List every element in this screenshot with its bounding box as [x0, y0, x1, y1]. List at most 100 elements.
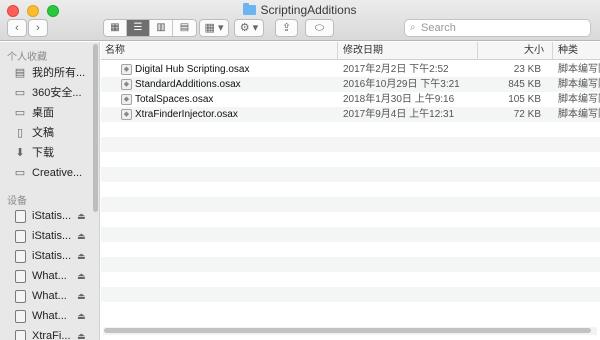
horizontal-scrollbar[interactable] [103, 327, 597, 335]
sidebar-scrollbar[interactable] [92, 42, 99, 340]
file-name: Digital Hub Scripting.osax [135, 64, 250, 75]
eject-icon[interactable]: ⏏ [77, 246, 86, 266]
sidebar-item-downloads[interactable]: ⬇ 下载 [0, 143, 92, 163]
column-header-name[interactable]: 名称 [101, 42, 337, 60]
column-view-button[interactable]: ▥ [150, 20, 173, 36]
disk-icon [14, 210, 26, 223]
column-header-kind[interactable]: 种类 [552, 42, 600, 60]
empty-row [101, 152, 600, 167]
sidebar: 个人收藏 ▤ 我的所有... ▭ 360安全... ▭ 桌面 ▯ 文稿 ⬇ 下载… [0, 42, 100, 340]
sidebar-item-all-files[interactable]: ▤ 我的所有... [0, 63, 92, 83]
file-date: 2017年9月4日 上午12:31 [343, 109, 455, 120]
action-gear-button[interactable]: ⚙ ▾ [234, 19, 264, 37]
eject-icon[interactable]: ⏏ [77, 306, 86, 326]
back-button[interactable]: ‹ [7, 19, 27, 37]
folder-icon: ▭ [14, 167, 26, 179]
sidebar-item-label: What... [32, 310, 67, 322]
view-mode-control: ▦ ☰ ▥ ▤ [103, 19, 197, 37]
icon-view-button[interactable]: ▦ [104, 20, 127, 36]
file-date: 2017年2月2日 下午2:52 [343, 64, 449, 75]
sidebar-item-label: What... [32, 290, 67, 302]
sidebar-item-device[interactable]: XtraFi... ⏏ [0, 326, 92, 340]
empty-row [101, 182, 600, 197]
all-files-icon: ▤ [14, 67, 26, 79]
sidebar-item-360[interactable]: ▭ 360安全... [0, 83, 92, 103]
file-list: 名称 修改日期 大小 种类 ◆ Digital Hub Scripting.os… [101, 42, 600, 340]
sidebar-item-device[interactable]: What... ⏏ [0, 266, 92, 286]
folder-icon [243, 3, 257, 15]
sidebar-item-documents[interactable]: ▯ 文稿 [0, 123, 92, 143]
disk-icon [14, 330, 26, 340]
arrange-button[interactable]: ▦ ▾ [199, 19, 229, 37]
file-name: StandardAdditions.osax [135, 79, 241, 90]
sidebar-item-label: 360安全... [32, 87, 82, 99]
gallery-view-button[interactable]: ▤ [173, 20, 196, 36]
sidebar-item-desktop[interactable]: ▭ 桌面 [0, 103, 92, 123]
window-title-text: ScriptingAdditions [260, 3, 357, 17]
column-header-row: 名称 修改日期 大小 种类 [101, 42, 600, 60]
favorites-header: 个人收藏 [7, 52, 47, 63]
sidebar-item-label: iStatis... [32, 210, 72, 222]
osax-file-icon: ◆ [121, 64, 132, 75]
file-date: 2016年10月29日 下午3:21 [343, 79, 460, 90]
download-icon: ⬇ [15, 147, 25, 159]
disk-icon [14, 230, 26, 243]
share-button[interactable]: ⇪ [275, 19, 298, 37]
eject-icon[interactable]: ⏏ [77, 226, 86, 246]
file-size: 105 KB [508, 94, 541, 105]
sidebar-item-label: 桌面 [32, 107, 54, 119]
empty-row [101, 122, 600, 137]
sidebar-item-device[interactable]: What... ⏏ [0, 286, 92, 306]
file-kind: 脚本编写附 [558, 64, 600, 75]
file-size: 23 KB [513, 64, 541, 75]
sidebar-item-device[interactable]: iStatis... ⏏ [0, 206, 92, 226]
column-header-date[interactable]: 修改日期 [337, 42, 477, 60]
file-name: TotalSpaces.osax [135, 94, 214, 105]
empty-row [101, 167, 600, 182]
file-name: XtraFinderInjector.osax [135, 109, 238, 120]
osax-file-icon: ◆ [121, 94, 132, 105]
disk-icon [14, 250, 26, 263]
eject-icon[interactable]: ⏏ [77, 206, 86, 226]
horizontal-scrollbar-thumb[interactable] [104, 328, 591, 333]
sidebar-scrollbar-thumb[interactable] [93, 44, 98, 212]
file-size: 845 KB [508, 79, 541, 90]
eject-icon[interactable]: ⏏ [77, 326, 86, 340]
eject-icon[interactable]: ⏏ [77, 266, 86, 286]
search-field[interactable]: ⌕ Search [404, 19, 591, 37]
disk-icon [14, 290, 26, 303]
empty-row [101, 257, 600, 272]
file-kind: 脚本编写附 [558, 79, 600, 90]
table-row[interactable]: ◆ XtraFinderInjector.osax 2017年9月4日 上午12… [101, 107, 600, 122]
disk-icon [14, 310, 26, 323]
document-icon: ▯ [16, 127, 24, 139]
sidebar-item-label: 我的所有... [32, 67, 86, 79]
column-header-size[interactable]: 大小 [477, 42, 552, 60]
search-icon: ⌕ [410, 22, 416, 33]
empty-row [101, 137, 600, 152]
file-kind: 脚本编写附 [558, 94, 600, 105]
desktop-icon: ▭ [14, 107, 26, 119]
empty-row [101, 212, 600, 227]
sidebar-item-label: iStatis... [32, 250, 72, 262]
sidebar-item-device[interactable]: What... ⏏ [0, 306, 92, 326]
empty-row [101, 302, 600, 317]
sidebar-item-creative[interactable]: ▭ Creative... [0, 163, 92, 183]
sidebar-item-label: Creative... [32, 167, 83, 179]
table-row[interactable]: ◆ StandardAdditions.osax 2016年10月29日 下午3… [101, 77, 600, 92]
tags-button[interactable]: ⬭ [305, 19, 334, 37]
table-row[interactable]: ◆ Digital Hub Scripting.osax 2017年2月2日 下… [101, 62, 600, 77]
file-size: 72 KB [513, 109, 541, 120]
sidebar-item-label: XtraFi... [32, 330, 71, 340]
osax-file-icon: ◆ [121, 79, 132, 90]
sidebar-item-label: 下载 [32, 147, 54, 159]
eject-icon[interactable]: ⏏ [77, 286, 86, 306]
table-row[interactable]: ◆ TotalSpaces.osax 2018年1月30日 上午9:16 105… [101, 92, 600, 107]
sidebar-item-device[interactable]: iStatis... ⏏ [0, 246, 92, 266]
list-view-button[interactable]: ☰ [127, 20, 150, 36]
file-kind: 脚本编写附 [558, 109, 600, 120]
sidebar-item-device[interactable]: iStatis... ⏏ [0, 226, 92, 246]
forward-button[interactable]: › [28, 19, 48, 37]
window-toolbar: ScriptingAdditions ‹ › ▦ ☰ ▥ ▤ ▦ ▾ ⚙ ▾ ⇪… [0, 0, 600, 41]
search-placeholder: Search [421, 22, 456, 34]
